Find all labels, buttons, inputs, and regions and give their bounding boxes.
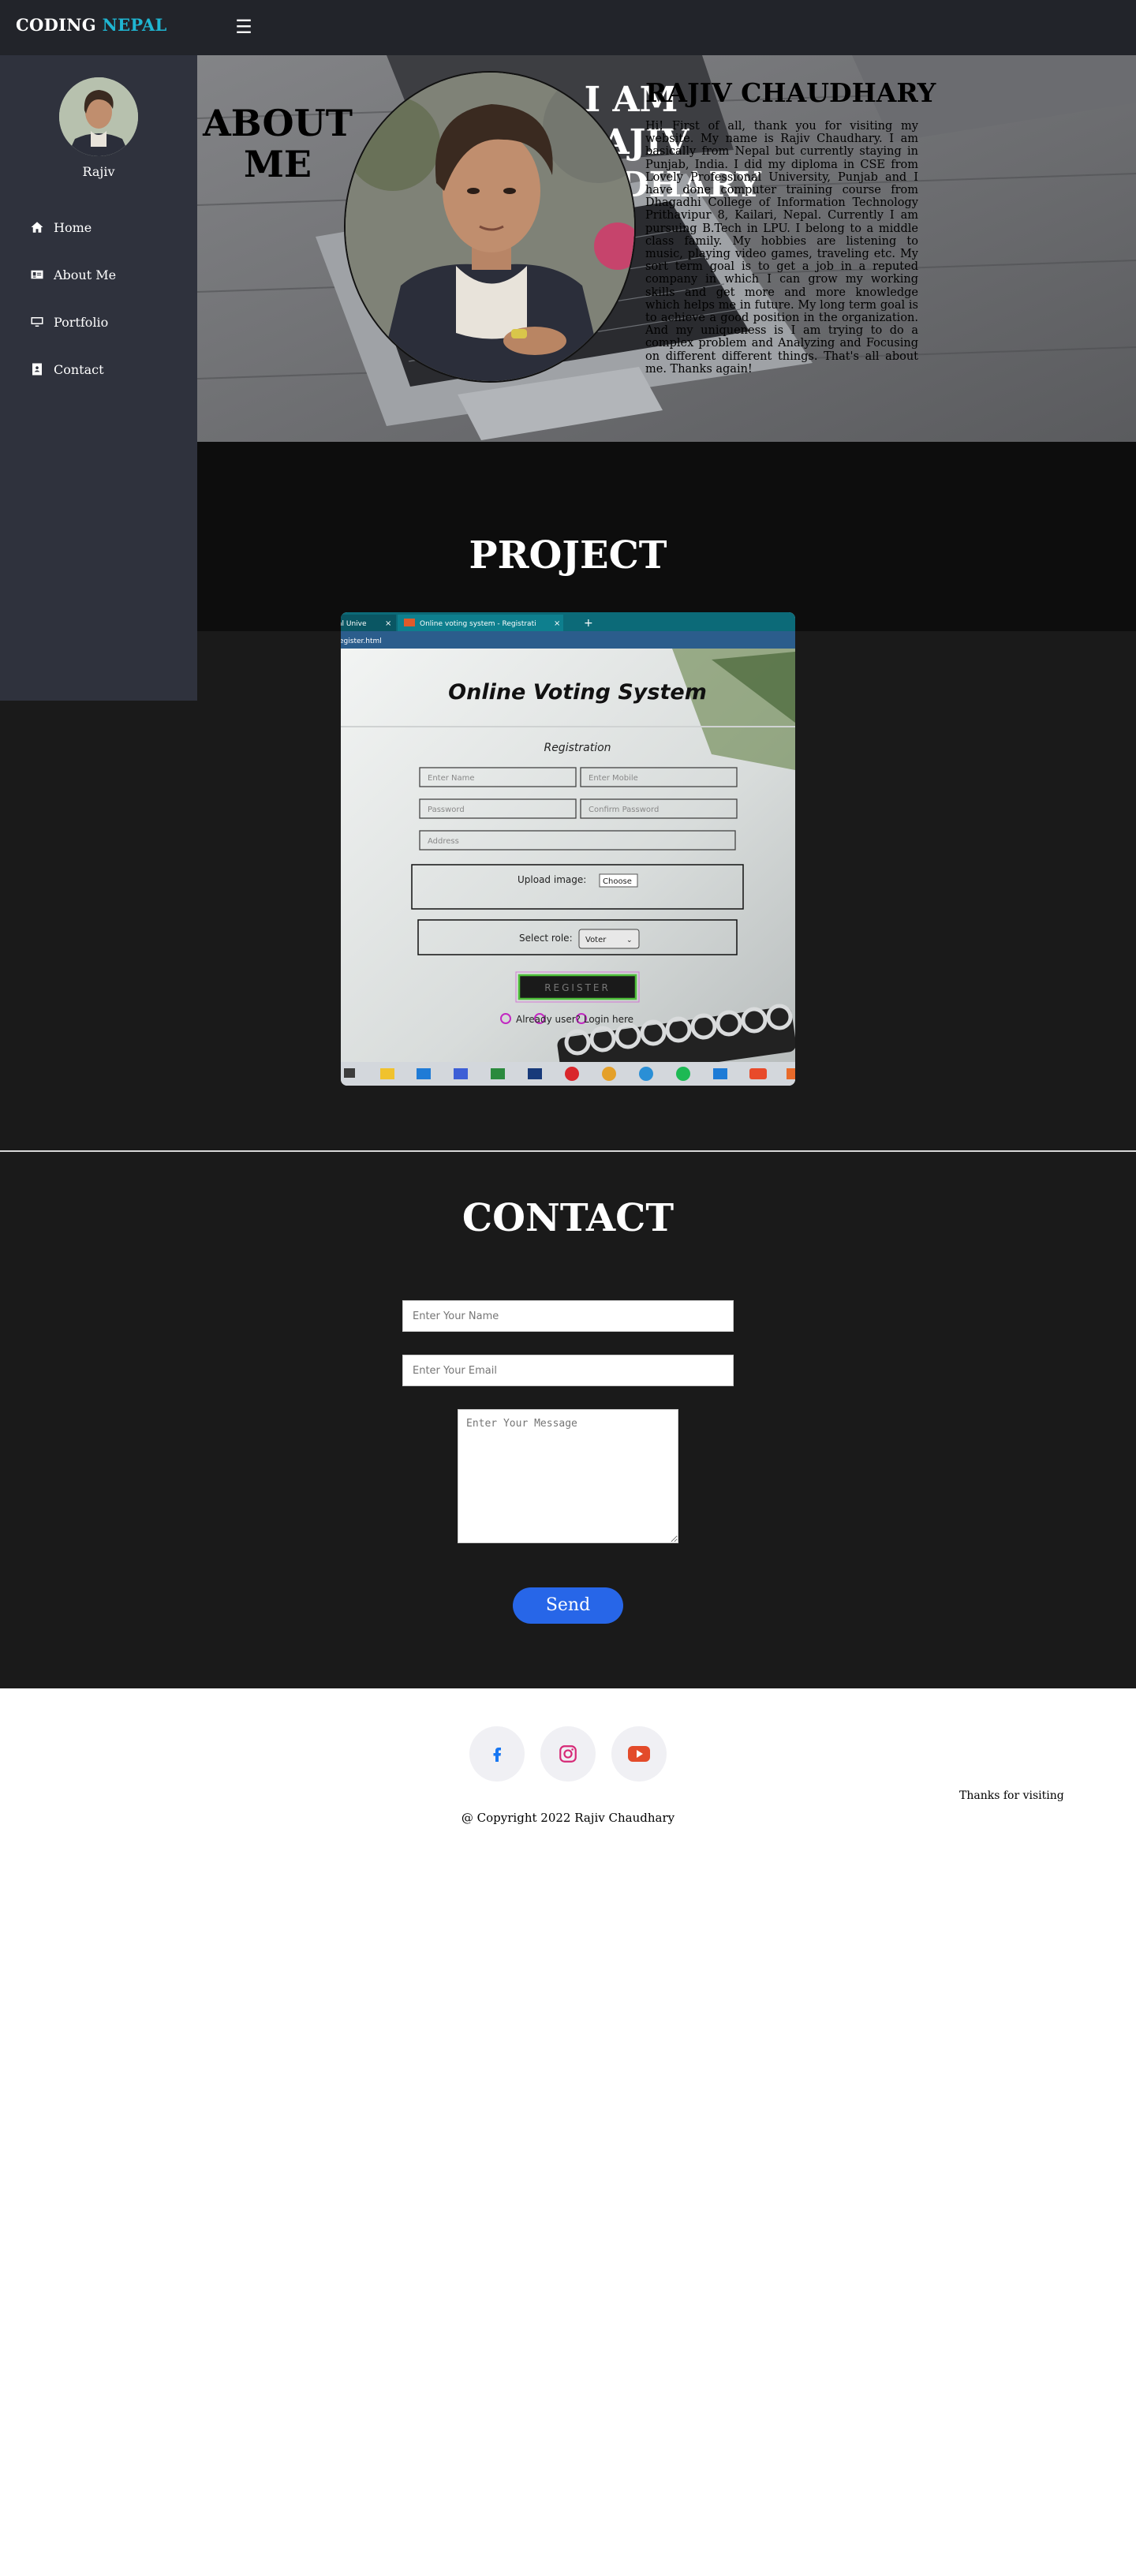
screenshot-name-placeholder: Enter Name [428,774,475,783]
sidebar-item-label: About Me [54,267,117,282]
app-icon[interactable] [787,1068,795,1079]
store-icon[interactable] [528,1068,542,1079]
close-icon[interactable]: × [554,619,560,628]
contact-title: CONTACT [462,1196,674,1240]
favicon-icon [404,619,415,626]
sidebar-nav: Home About Me Portfolio Contact [0,204,197,393]
screenshot-heading: Online Voting System [448,680,707,705]
project-screenshot[interactable]: al Unive × Online voting system - Regist… [341,612,795,1086]
bio-paragraph: Hi! First of all, thank you for visiting… [645,120,918,376]
task-view-icon[interactable] [344,1068,355,1078]
logo-main-text: CODING [16,15,103,35]
home-icon [31,222,43,233]
browser-tab-left[interactable]: al Unive [341,620,367,628]
screenshot-confirm-placeholder: Confirm Password [589,806,659,814]
sidebar-item-home[interactable]: Home [0,204,197,251]
about-title: ABOUT ME [203,102,353,185]
mail-icon[interactable] [417,1068,431,1079]
name-field[interactable] [402,1300,734,1332]
site-logo[interactable]: CODING NEPAL [16,15,167,35]
facebook-icon [493,1748,501,1762]
screenshot-subheading: Registration [544,742,611,754]
youtube-link[interactable] [611,1726,667,1782]
chrome-icon[interactable] [602,1067,616,1081]
instagram-icon [559,1745,577,1763]
vscode-icon[interactable] [713,1068,727,1079]
browser-tab-active[interactable]: Online voting system - Registrati [420,620,536,628]
youtube-icon [628,1746,650,1762]
screenshot-upload-button-label: Choose [603,877,632,886]
screenshot-register-label: REGISTER [544,982,611,993]
folder-icon[interactable] [380,1068,394,1079]
copyright-text: @ Copyright 2022 Rajiv Chaudhary [461,1811,675,1825]
screenshot-login-link[interactable]: Already user? Login here [516,1014,633,1025]
avatar [59,77,138,156]
message-field[interactable] [458,1409,678,1543]
sidebar-item-label: Home [54,219,92,235]
profile-portrait [344,71,636,383]
opera-icon[interactable] [565,1067,579,1081]
send-button[interactable]: Send [513,1587,623,1624]
chevron-down-icon: ⌄ [626,937,633,944]
hamburger-icon[interactable]: ☰ [234,16,254,38]
browser-address-bar [341,631,795,649]
email-field[interactable] [402,1355,734,1386]
spotify-icon[interactable] [676,1067,690,1081]
page: I AM RAJIV CHAUDHARY ABOUT ME RAJIV CHAU… [0,0,1136,2576]
desktop-icon [31,317,43,327]
sidebar-item-contact[interactable]: Contact [0,346,197,393]
contact-book-icon [32,363,42,376]
top-navbar: CODING NEPAL ☰ [0,0,1136,55]
instagram-link[interactable] [540,1726,596,1782]
screenshot-role-value: Voter [585,936,607,944]
sidebar-item-about-me[interactable]: About Me [0,251,197,298]
screenshot-mobile-placeholder: Enter Mobile [589,774,638,783]
edge-icon[interactable] [639,1067,653,1081]
screenshot-address-placeholder: Address [428,837,459,846]
sidebar-item-label: Portfolio [54,314,109,330]
close-icon[interactable]: × [385,619,391,628]
sidebar-item-portfolio[interactable]: Portfolio [0,298,197,346]
screenshot-role-label: Select role: [519,933,573,944]
logo-accent-text: NEPAL [102,15,167,35]
thanks-text: Thanks for visiting [959,1789,1064,1802]
youtube-app-icon[interactable] [749,1068,767,1079]
bio-name-heading: RAJIV CHAUDHARY [645,77,936,108]
id-card-icon [31,270,43,279]
xbox-icon[interactable] [491,1068,505,1079]
sidebar: Rajiv Home About Me Portfolio Contact [0,55,197,701]
sidebar-item-label: Contact [54,361,104,377]
photos-icon[interactable] [454,1068,468,1079]
browser-address-text[interactable]: egister.html [341,637,382,645]
screenshot-upload-label: Upload image: [518,874,586,885]
new-tab-icon[interactable]: + [584,617,593,630]
facebook-link[interactable] [469,1726,525,1782]
sidebar-profile-name: Rajiv [82,164,115,179]
screenshot-password-placeholder: Password [428,806,465,814]
